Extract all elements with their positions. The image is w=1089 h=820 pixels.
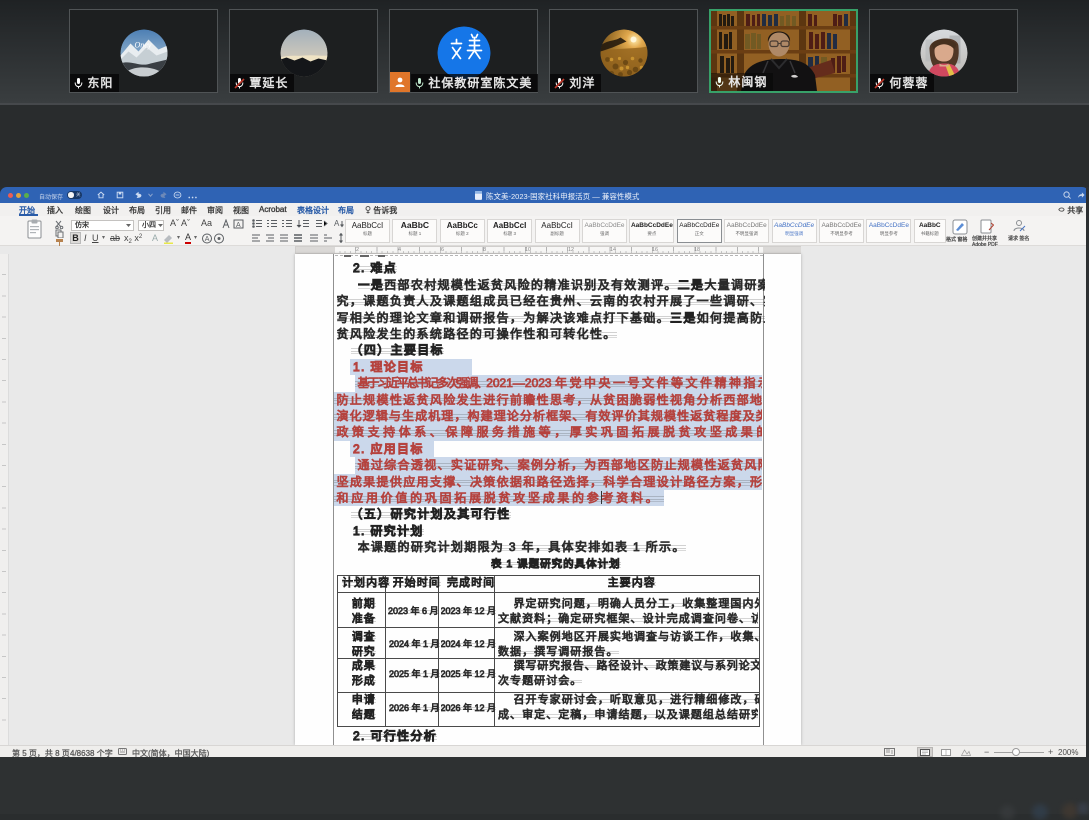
svg-text:A: A bbox=[236, 222, 241, 229]
svg-text:Oney: Oney bbox=[134, 41, 151, 50]
svg-text:A: A bbox=[205, 236, 210, 243]
svg-text:A: A bbox=[334, 219, 340, 228]
